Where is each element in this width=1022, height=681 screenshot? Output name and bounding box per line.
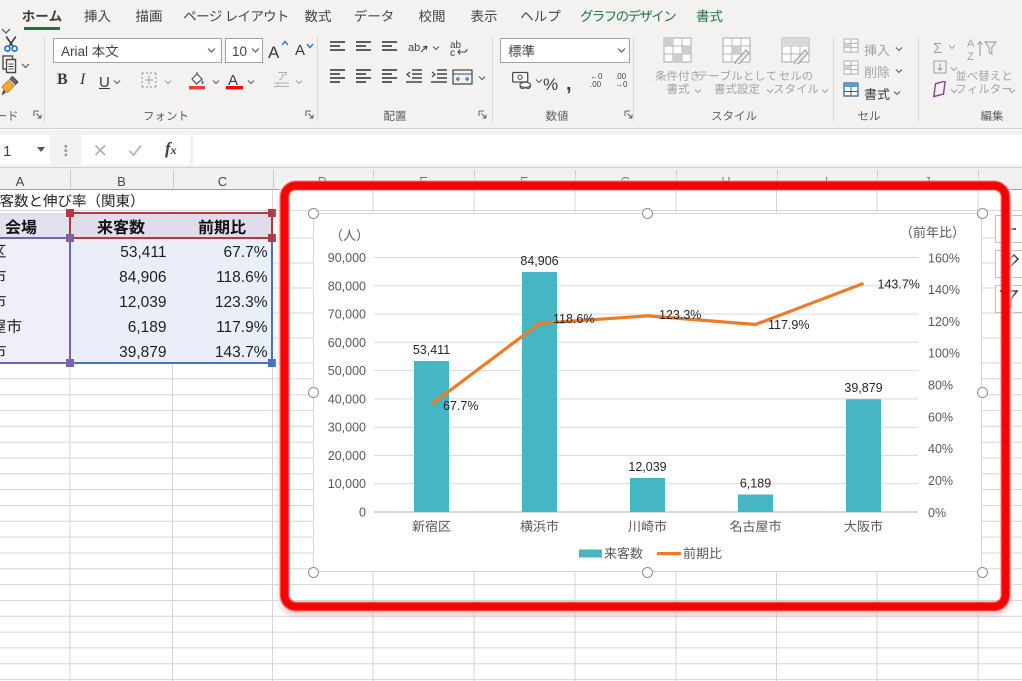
svg-text:c: c — [450, 44, 455, 57]
svg-text:.00: .00 — [590, 79, 602, 88]
svg-text:Z: Z — [967, 48, 974, 62]
svg-text:ab: ab — [408, 39, 420, 55]
svg-text:→0: →0 — [615, 79, 628, 88]
